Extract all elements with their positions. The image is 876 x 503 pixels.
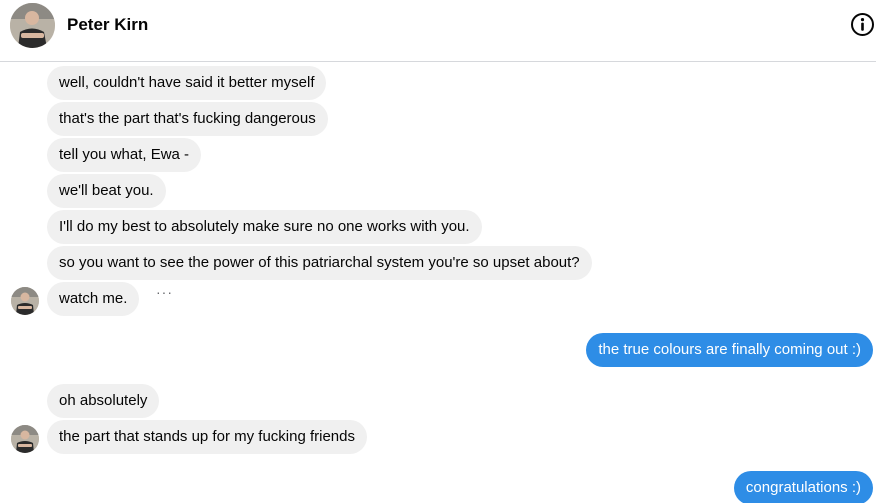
message-bubble-incoming[interactable]: oh absolutely bbox=[47, 384, 160, 418]
message-bubble-incoming[interactable]: the part that stands up for my fucking f… bbox=[47, 420, 367, 454]
message-bubble-incoming[interactable]: well, couldn't have said it better mysel… bbox=[47, 66, 327, 100]
sender-avatar[interactable] bbox=[11, 425, 39, 453]
message-bubble-incoming[interactable]: I'll do my best to absolutely make sure … bbox=[47, 210, 482, 244]
message-bubble-incoming[interactable]: that's the part that's fucking dangerous bbox=[47, 102, 328, 136]
conversation-header: Peter Kirn bbox=[0, 0, 876, 62]
info-icon[interactable] bbox=[850, 12, 875, 37]
message-bubble-incoming[interactable]: tell you what, Ewa - bbox=[47, 138, 202, 172]
message-bubble-outgoing[interactable]: congratulations :) bbox=[733, 471, 873, 503]
message-bubble-incoming[interactable]: watch me. bbox=[47, 282, 140, 316]
more-options-icon[interactable]: ··· bbox=[156, 284, 173, 300]
message-bubble-outgoing[interactable]: the true colours are finally coming out … bbox=[586, 333, 873, 367]
contact-name[interactable]: Peter Kirn bbox=[67, 15, 148, 35]
avatar-icon bbox=[11, 425, 39, 453]
messenger-conversation: Peter Kirn well, couldn't have said it b… bbox=[0, 0, 876, 503]
message-bubble-incoming[interactable]: so you want to see the power of this pat… bbox=[47, 246, 592, 280]
sender-avatar[interactable] bbox=[11, 287, 39, 315]
avatar-icon bbox=[11, 287, 39, 315]
avatar-icon bbox=[10, 3, 55, 48]
message-bubble-incoming[interactable]: we'll beat you. bbox=[47, 174, 166, 208]
avatar[interactable] bbox=[10, 3, 55, 48]
